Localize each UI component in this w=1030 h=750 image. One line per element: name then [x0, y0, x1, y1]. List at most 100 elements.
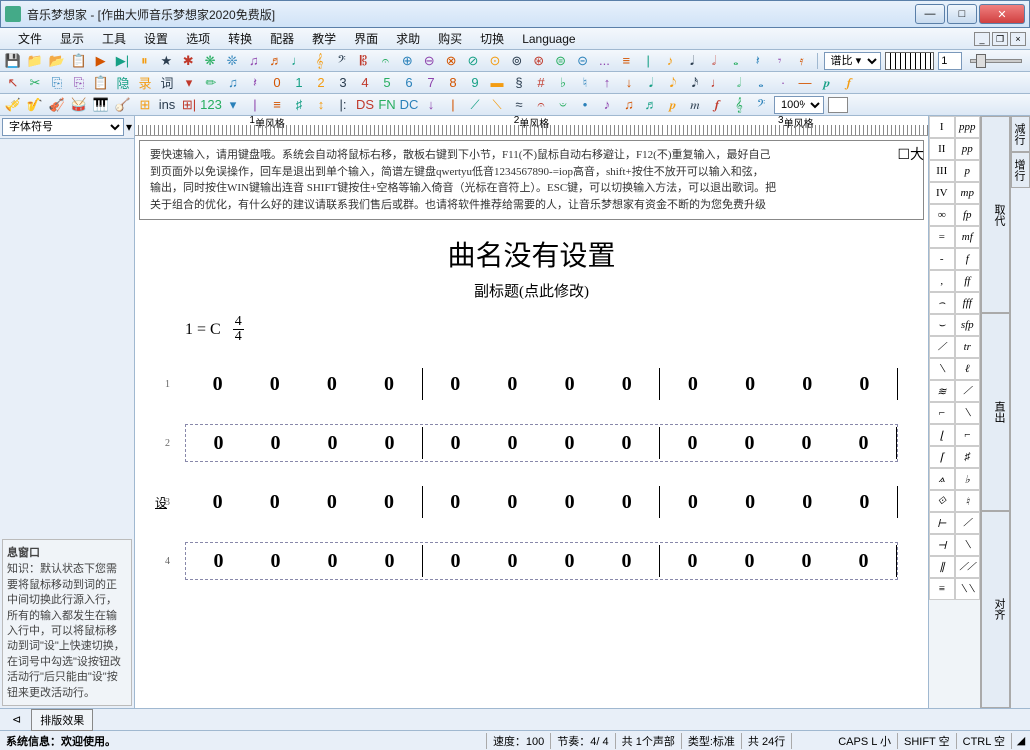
- note[interactable]: 0: [745, 550, 755, 573]
- tbtn-tb3-12[interactable]: ≡: [268, 96, 286, 114]
- tbtn-tb3-11[interactable]: |: [246, 96, 264, 114]
- palette-cell[interactable]: ♯: [955, 446, 981, 468]
- note[interactable]: 0: [688, 491, 698, 514]
- note[interactable]: 0: [622, 432, 632, 455]
- note[interactable]: 0: [270, 373, 280, 396]
- tbtn-tb2-5[interactable]: 隐: [114, 74, 132, 92]
- measure[interactable]: 0000: [186, 427, 422, 459]
- set-button[interactable]: 设: [155, 494, 167, 511]
- symbol-font-combo[interactable]: 字体符号: [2, 118, 124, 136]
- menu-4[interactable]: 选项: [182, 28, 214, 49]
- note[interactable]: 0: [327, 373, 337, 396]
- maximize-button[interactable]: □: [947, 4, 977, 24]
- tbtn-tb1-1[interactable]: 📁: [26, 52, 44, 70]
- tbtn-tb2-26[interactable]: ♮: [576, 74, 594, 92]
- tbtn-tb2-11[interactable]: 𝄽: [246, 74, 264, 92]
- staff-2[interactable]: 2000000000000: [165, 424, 898, 462]
- note[interactable]: 0: [214, 432, 224, 455]
- tbtn-tb1-35[interactable]: 𝄾: [771, 52, 789, 70]
- tbtn-tb1-8[interactable]: ✱: [179, 52, 197, 70]
- palette-cell[interactable]: ⟋: [955, 512, 981, 534]
- palette-cell[interactable]: ♮: [955, 490, 981, 512]
- note[interactable]: 0: [384, 491, 394, 514]
- note[interactable]: 0: [385, 432, 395, 455]
- tbtn-tb3-33[interactable]: 𝄞: [730, 96, 748, 114]
- tbtn-tb3-30[interactable]: 𝆏: [664, 96, 682, 114]
- tbtn-tb2-7[interactable]: 词: [158, 74, 176, 92]
- palette-cell[interactable]: ⟐: [929, 490, 955, 512]
- palette-cell[interactable]: ⊢: [929, 512, 955, 534]
- note[interactable]: 0: [328, 550, 338, 573]
- palette-cell[interactable]: ℓ: [955, 358, 981, 380]
- palette-cell[interactable]: ≡: [929, 578, 955, 600]
- tbtn-tb1-20[interactable]: ⊗: [442, 52, 460, 70]
- tbtn-tb1-29[interactable]: |: [639, 52, 657, 70]
- measure[interactable]: 0000: [422, 486, 660, 518]
- palette-cell[interactable]: ⌊: [929, 424, 955, 446]
- right-tab-0[interactable]: 取代: [981, 116, 1010, 313]
- note[interactable]: 0: [688, 432, 698, 455]
- tbtn-tb3-32[interactable]: 𝆑: [708, 96, 726, 114]
- tbtn-tb1-19[interactable]: ⊖: [420, 52, 438, 70]
- tbtn-tb3-24[interactable]: 𝄐: [532, 96, 550, 114]
- tbtn-tb3-27[interactable]: ♪: [598, 96, 616, 114]
- tbtn-tb3-4[interactable]: 🎹: [92, 96, 110, 114]
- tbtn-tb1-16[interactable]: 𝄡: [355, 52, 373, 70]
- tbtn-tb3-21[interactable]: ⟋: [466, 96, 484, 114]
- tbtn-tb1-31[interactable]: 𝅘𝅥: [683, 52, 701, 70]
- menu-10[interactable]: 购买: [434, 28, 466, 49]
- tbtn-tb3-13[interactable]: ♯: [290, 96, 308, 114]
- tbtn-tb1-11[interactable]: ♫: [245, 52, 263, 70]
- menu-5[interactable]: 转换: [224, 28, 256, 49]
- tbtn-tb2-32[interactable]: ♩: [708, 74, 726, 92]
- measure[interactable]: 0000: [659, 427, 897, 459]
- palette-cell[interactable]: sfp: [955, 314, 981, 336]
- tbtn-tb3-2[interactable]: 🎻: [48, 96, 66, 114]
- right-vtab-0[interactable]: 减行: [1011, 116, 1030, 152]
- note[interactable]: 0: [622, 491, 632, 514]
- tbtn-tb1-13[interactable]: ♩: [289, 52, 307, 70]
- time-signature[interactable]: 44: [233, 315, 244, 344]
- tbtn-tb1-36[interactable]: 𝄿: [793, 52, 811, 70]
- palette-cell[interactable]: ⟍⟍: [955, 578, 981, 600]
- measure[interactable]: 0000: [422, 427, 659, 459]
- tbtn-tb2-15[interactable]: 3: [334, 74, 352, 92]
- menu-11[interactable]: 切换: [476, 28, 508, 49]
- tbtn-tb2-13[interactable]: 1: [290, 74, 308, 92]
- note[interactable]: 0: [507, 373, 517, 396]
- palette-cell[interactable]: mf: [955, 226, 981, 248]
- tbtn-tb1-6[interactable]: ⏸: [135, 52, 153, 70]
- palette-cell[interactable]: f: [955, 248, 981, 270]
- tbtn-tb1-15[interactable]: 𝄢: [333, 52, 351, 70]
- tbtn-tb2-14[interactable]: 2: [312, 74, 330, 92]
- note[interactable]: 0: [802, 491, 812, 514]
- note[interactable]: 0: [745, 432, 755, 455]
- page-preview-icon[interactable]: [828, 97, 848, 113]
- top-slider-thumb[interactable]: [976, 54, 986, 68]
- note[interactable]: 0: [508, 550, 518, 573]
- num-input[interactable]: [938, 52, 962, 70]
- palette-cell[interactable]: ⟋: [929, 336, 955, 358]
- score-title[interactable]: 曲名没有设置: [165, 234, 898, 274]
- tbtn-tb1-12[interactable]: ♬: [267, 52, 285, 70]
- note[interactable]: 0: [745, 373, 755, 396]
- palette-cell[interactable]: p: [955, 160, 981, 182]
- tbtn-tb1-33[interactable]: 𝅝: [727, 52, 745, 70]
- palette-cell[interactable]: ⟍: [955, 534, 981, 556]
- tbtn-tb2-0[interactable]: ↖: [4, 74, 22, 92]
- note[interactable]: 0: [213, 491, 223, 514]
- note[interactable]: 0: [802, 432, 812, 455]
- tbtn-tb3-25[interactable]: 𝄑: [554, 96, 572, 114]
- keyboard-widget[interactable]: [885, 52, 935, 70]
- key-signature[interactable]: 1 = C: [185, 321, 221, 339]
- tbtn-tb2-31[interactable]: 𝅘𝅥𝅯: [686, 74, 704, 92]
- right-tab-2[interactable]: 对齐: [981, 511, 1010, 708]
- palette-cell[interactable]: ppp: [955, 116, 981, 138]
- score-subtitle[interactable]: 副标题(点此修改): [165, 280, 898, 301]
- palette-cell[interactable]: ff: [955, 270, 981, 292]
- tbtn-tb2-1[interactable]: ✂: [26, 74, 44, 92]
- note[interactable]: 0: [802, 373, 812, 396]
- tbtn-tb1-32[interactable]: 𝅗𝅥: [705, 52, 723, 70]
- note[interactable]: 0: [565, 550, 575, 573]
- note[interactable]: 0: [271, 550, 281, 573]
